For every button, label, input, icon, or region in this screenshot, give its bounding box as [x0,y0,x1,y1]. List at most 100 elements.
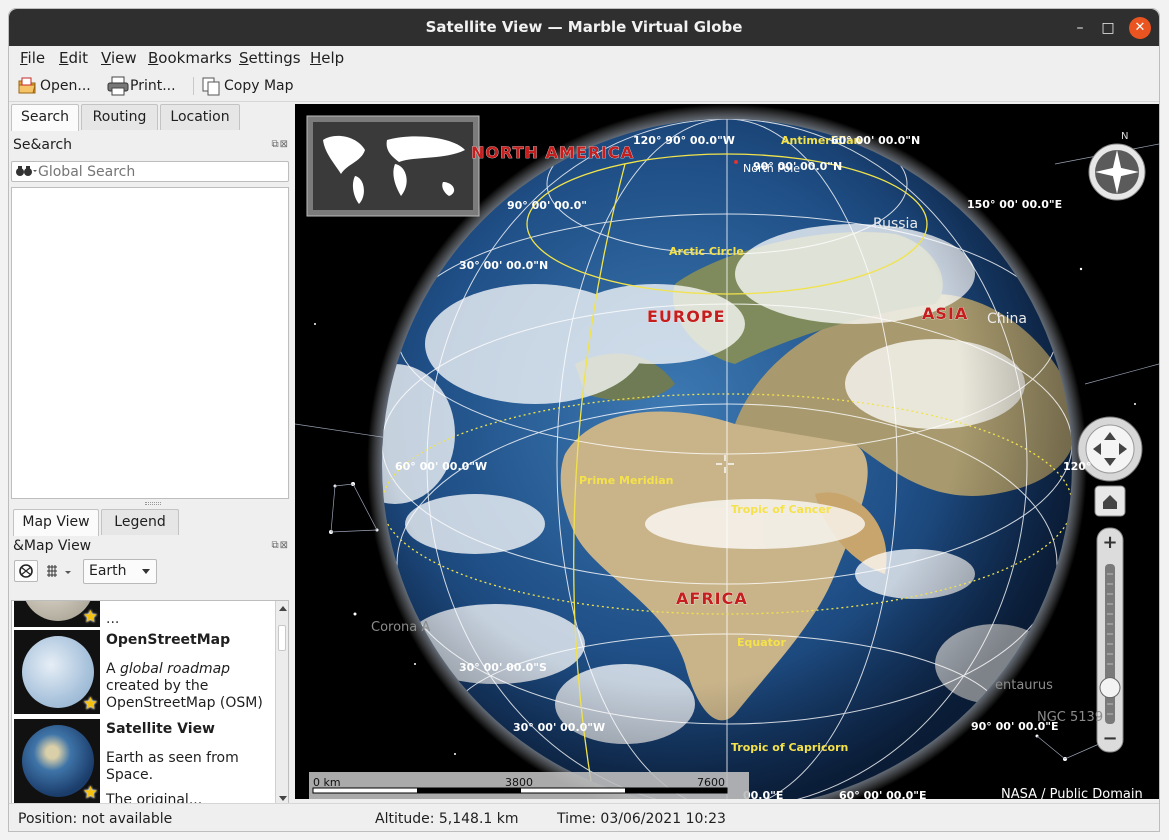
status-time: Time: 03/06/2021 10:23 [557,811,726,827]
list-item[interactable]: ★ ... [12,601,276,629]
open-label: Open... [40,78,91,94]
scroll-down-icon[interactable] [279,796,287,801]
open-button[interactable]: Open... [17,74,91,98]
celestial-body-select[interactable]: Earth [83,559,157,584]
tab-routing[interactable]: Routing [81,104,158,130]
close-button[interactable]: ✕ [1129,17,1151,39]
grid-overlay-button[interactable] [45,562,77,582]
continent-label: EUROPE [647,307,726,326]
theme-name: OpenStreetMap [106,632,231,648]
star-label: entaurus [995,678,1053,693]
overview-world-map [306,115,480,217]
coord-label: 90° 00' 00.0"N [753,160,842,173]
tab-location[interactable]: Location [160,104,240,130]
map-view-dock-buttons[interactable]: ⧉⊠ [271,540,289,551]
coord-label: 60° 00' 00.0"N [831,134,920,147]
print-button[interactable]: Print... [107,74,176,98]
printer-icon [107,76,129,96]
folder-open-icon [17,76,37,96]
menu-settings[interactable]: Settings [239,49,301,67]
theme-list-scrollbar[interactable] [275,601,288,806]
projection-button[interactable] [14,560,38,582]
continent-label: ASIA [922,304,968,323]
line-label: Prime Meridian [579,474,674,487]
copy-map-label: Copy Map [224,78,294,94]
search-input[interactable] [38,162,286,181]
map-view-dock-title: &Map View [13,538,92,554]
coord-label: 120° 90° 00.0"W [633,134,735,147]
continent-label: NORTH AMERICA [471,143,634,162]
tab-search[interactable]: Search [11,104,79,131]
line-label: Equator [737,636,786,649]
maximize-button[interactable]: □ [1097,17,1119,39]
coord-label: 120° [1063,460,1091,473]
star-label: NGC 5139 [1037,710,1103,725]
coord-label: 60° 00' 00.0"W [395,460,487,473]
favorite-star-icon[interactable]: ★ [83,607,98,627]
status-altitude: Altitude: 5,148.1 km [375,811,519,827]
toolbar-separator [193,77,194,95]
list-item[interactable]: ★ Satellite View Earth as seen from Spac… [12,717,276,806]
float-dock-icon[interactable]: ⧉ [271,540,279,551]
zoom-out-button: − [1102,728,1117,749]
compass-icon [1088,143,1146,201]
status-position: Position: not available [18,811,173,827]
menu-edit[interactable]: Edit [59,49,88,67]
country-label: Russia [873,216,918,232]
title-bar: Satellite View — Marble Virtual Globe – … [9,9,1159,46]
theme-description: A global roadmap created by the OpenStre… [106,661,263,711]
menu-file[interactable]: File [20,49,45,67]
tab-legend[interactable]: Legend [101,509,179,535]
menu-bookmarks[interactable]: Bookmarks [148,49,232,67]
global-search-box[interactable] [11,161,289,182]
zoom-in-button: + [1102,532,1117,553]
star-label: Corona A [371,620,430,635]
close-dock-icon[interactable]: ⊠ [280,139,289,150]
celestial-body-value: Earth [89,563,127,579]
left-dock-panel: Search Routing Location Se&arch ⧉⊠ Map V… [9,103,293,807]
dock-splitter-handle[interactable] [145,502,161,505]
copy-map-button[interactable]: Copy Map [201,74,294,98]
map-theme-list[interactable]: ★ ... ★ OpenStreetMap A global roadmap c… [11,600,289,807]
tab-map-view[interactable]: Map View [13,509,99,536]
attribution-credit: NASA / Public Domain [1001,787,1143,799]
search-dock-title: Se&arch [13,137,73,153]
coord-label: 60° 00' 00.0"E [839,789,927,799]
print-label: Print... [130,78,176,94]
menu-bar: File Edit View Bookmarks Settings Help [9,46,1159,70]
search-dock-buttons[interactable]: ⧉⊠ [271,139,289,150]
minimize-button[interactable]: – [1069,17,1091,39]
search-results-list[interactable] [11,187,289,499]
line-label: Tropic of Capricorn [731,741,848,754]
close-dock-icon[interactable]: ⊠ [280,540,289,551]
favorite-star-icon[interactable]: ★ [83,783,98,803]
window-title: Satellite View — Marble Virtual Globe [425,18,743,36]
zoom-slider-handle [1099,677,1121,699]
float-dock-icon[interactable]: ⧉ [271,139,279,150]
coord-label: 150° 00' 00.0"E [967,198,1062,211]
list-item[interactable]: ★ OpenStreetMap A global roadmap created… [12,628,276,716]
country-label: China [987,311,1027,327]
theme-thumbnail: ★ [14,601,100,627]
scroll-up-icon[interactable] [279,606,287,611]
status-bar: Position: not available Altitude: 5,148.… [9,803,1159,831]
coord-label: 90° 00' 00.0" [507,199,587,212]
theme-description: ... [106,611,120,627]
favorite-star-icon[interactable]: ★ [83,694,98,714]
coord-label: 30° 00' 00.0"S [459,661,547,674]
coord-label: 30° 00' 00.0"W [513,721,605,734]
theme-thumbnail: ★ [14,630,100,714]
theme-description: Earth as seen from Space. [106,750,239,783]
map-canvas[interactable]: NORTH AMERICA EUROPE ASIA AFRICA Russia … [295,104,1159,799]
menu-view[interactable]: View [101,49,137,67]
coord-label: 30° 00' 00.0"N [459,259,548,272]
theme-name: Satellite View [106,721,215,737]
app-window: Satellite View — Marble Virtual Globe – … [8,8,1160,832]
binoculars-icon[interactable] [15,164,37,182]
compass-north-label: N [1121,131,1128,142]
scale-label: 3800 [505,776,533,789]
coord-label: 00.0"E [743,789,783,799]
scrollbar-thumb[interactable] [278,625,286,651]
menu-help[interactable]: Help [310,49,344,67]
scale-label: 7600 [697,776,725,789]
